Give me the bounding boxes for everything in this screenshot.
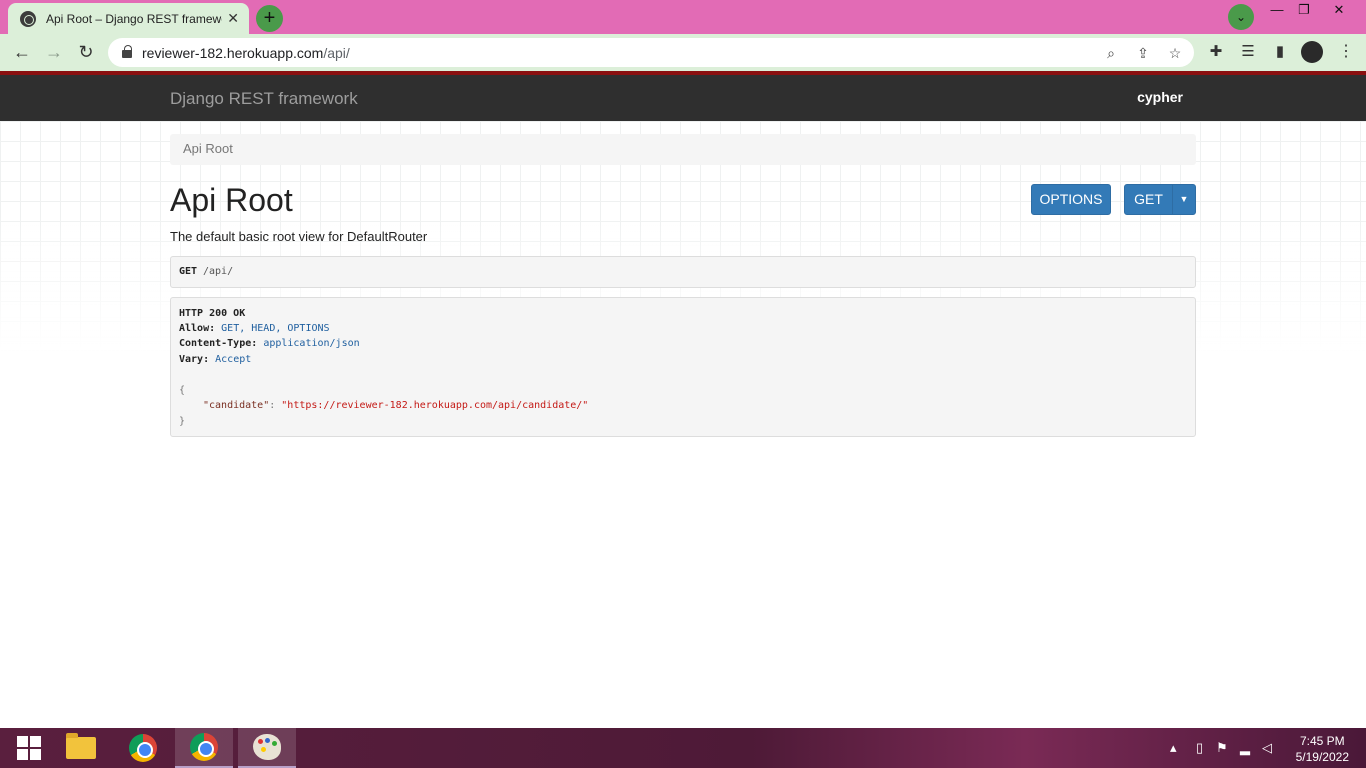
- reading-list-icon[interactable]: ☰: [1236, 40, 1260, 64]
- windows-logo-icon: [17, 736, 41, 760]
- browser-menu-icon[interactable]: ⋮: [1334, 40, 1358, 64]
- folder-icon: [66, 733, 96, 759]
- header-name: Vary:: [179, 354, 210, 365]
- header-vary: Vary: Accept: [179, 354, 251, 365]
- url-path: /api/: [323, 45, 350, 61]
- header-name: Allow:: [179, 323, 216, 334]
- site-favicon-icon: [20, 10, 36, 27]
- forward-arrow-icon[interactable]: →: [42, 40, 66, 64]
- navbar-brand[interactable]: Django REST framework: [170, 89, 358, 109]
- browser-tabstrip: Api Root – Django REST framework ✕ + ⌄ —…: [0, 0, 1366, 34]
- tab-title: Api Root – Django REST framework: [46, 11, 222, 26]
- header-value: Accept: [215, 354, 252, 365]
- response-info: HTTP 200 OK Allow: GET, HEAD, OPTIONS Co…: [170, 297, 1196, 437]
- address-bar[interactable]: reviewer-182.herokuapp.com/api/ ⌕ ⇪ ☆: [108, 38, 1194, 67]
- json-close-brace: }: [179, 416, 186, 427]
- maximize-button[interactable]: ❐: [1289, 0, 1319, 22]
- drf-navbar: Django REST framework cypher: [0, 75, 1366, 121]
- start-button[interactable]: [0, 728, 58, 768]
- side-panel-icon[interactable]: ▮: [1268, 40, 1292, 64]
- close-window-button[interactable]: ✕: [1324, 0, 1354, 22]
- taskbar-chrome[interactable]: [114, 728, 172, 768]
- chrome-icon: [190, 733, 218, 761]
- network-signal-icon[interactable]: ▂: [1240, 740, 1250, 756]
- breadcrumb-item-api-root[interactable]: Api Root: [183, 141, 233, 156]
- get-button[interactable]: GET: [1124, 184, 1173, 215]
- request-path: /api/: [203, 266, 234, 277]
- windows-taskbar: ▴ ▯ ⚑ ▂ ◁ 7:45 PM 5/19/2022: [0, 728, 1366, 768]
- minimize-button[interactable]: —: [1262, 0, 1292, 22]
- json-entry-candidate: "candidate": "https://reviewer-182.herok…: [203, 400, 588, 411]
- url-text[interactable]: reviewer-182.herokuapp.com/api/: [142, 45, 350, 61]
- browser-tab[interactable]: Api Root – Django REST framework ✕: [8, 3, 249, 34]
- share-icon[interactable]: ⇪: [1133, 43, 1153, 63]
- taskbar-chrome-active[interactable]: [175, 728, 233, 768]
- request-info: GET /api/: [170, 256, 1196, 288]
- taskbar-file-explorer[interactable]: [52, 728, 110, 768]
- new-tab-button[interactable]: +: [256, 5, 283, 32]
- clock-time: 7:45 PM: [1299, 734, 1345, 748]
- tray-overflow-chevron-icon[interactable]: ▴: [1170, 740, 1177, 756]
- zoom-icon[interactable]: ⌕: [1101, 43, 1121, 63]
- tab-search-chevron-icon[interactable]: ⌄: [1228, 4, 1254, 30]
- browser-toolbar: ← → ↻ reviewer-182.herokuapp.com/api/ ⌕ …: [0, 34, 1366, 71]
- header-content-type: Content-Type: application/json: [179, 338, 360, 349]
- breadcrumb: Api Root: [170, 134, 1196, 165]
- profile-avatar[interactable]: [1300, 40, 1324, 64]
- json-open-brace: {: [179, 385, 186, 396]
- url-host: reviewer-182.herokuapp.com: [142, 45, 324, 61]
- navbar-user-menu[interactable]: cypher: [1137, 89, 1183, 105]
- back-arrow-icon[interactable]: ←: [10, 40, 34, 64]
- options-button[interactable]: OPTIONS: [1031, 184, 1111, 215]
- request-method: GET: [179, 266, 198, 277]
- response-status: HTTP 200 OK: [179, 308, 246, 319]
- page-description: The default basic root view for DefaultR…: [170, 229, 428, 244]
- get-format-dropdown-caret-icon[interactable]: ▼: [1172, 184, 1196, 215]
- lock-icon: [122, 45, 132, 58]
- page-title: Api Root: [170, 182, 293, 218]
- json-colon: :: [269, 400, 282, 411]
- taskbar-paint[interactable]: [238, 728, 296, 768]
- clock-date: 5/19/2022: [1295, 750, 1349, 764]
- header-name: Content-Type:: [179, 338, 258, 349]
- paint-palette-icon: [253, 734, 281, 760]
- taskbar-clock[interactable]: 7:45 PM 5/19/2022: [1296, 733, 1349, 765]
- header-value: GET, HEAD, OPTIONS: [221, 323, 330, 334]
- chrome-icon: [129, 734, 157, 762]
- header-allow: Allow: GET, HEAD, OPTIONS: [179, 323, 330, 334]
- tab-close-icon[interactable]: ✕: [227, 10, 239, 27]
- bookmark-star-icon[interactable]: ☆: [1165, 43, 1185, 63]
- reload-icon[interactable]: ↻: [74, 40, 98, 64]
- action-center-flag-icon[interactable]: ⚑: [1216, 740, 1228, 756]
- json-key: "candidate": [203, 400, 270, 411]
- battery-icon[interactable]: ▯: [1196, 740, 1203, 756]
- extensions-puzzle-icon[interactable]: ✚: [1204, 40, 1228, 64]
- volume-icon[interactable]: ◁: [1262, 740, 1272, 756]
- json-link-candidate[interactable]: "https://reviewer-182.herokuapp.com/api/…: [281, 400, 588, 411]
- header-value: application/json: [263, 338, 360, 349]
